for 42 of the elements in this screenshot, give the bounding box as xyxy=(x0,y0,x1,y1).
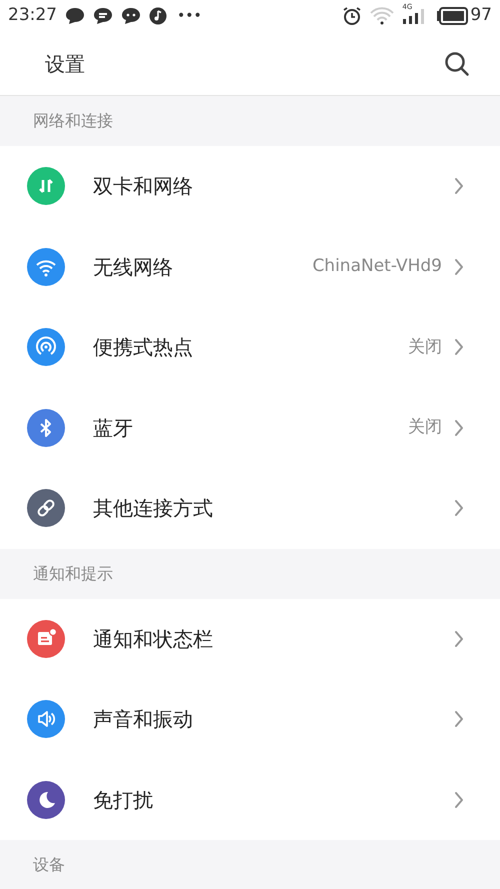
search-icon[interactable] xyxy=(444,50,470,76)
row-value: 关闭 xyxy=(408,416,442,439)
row-label: 无线网络 xyxy=(93,254,173,281)
status-time: 23:27 xyxy=(8,4,57,28)
row-label: 免打扰 xyxy=(93,786,153,814)
row-value: ChinaNet-VHd9 xyxy=(312,255,442,278)
row-value: 关闭 xyxy=(408,336,442,358)
row-label: 通知和状态栏 xyxy=(93,626,213,653)
chevron-right-icon xyxy=(454,630,464,648)
row-label: 其他连接方式 xyxy=(93,495,213,522)
chat-bubble-icon xyxy=(65,7,85,25)
notification-icon xyxy=(27,620,65,658)
row-label: 蓝牙 xyxy=(93,414,133,442)
message-icon xyxy=(93,7,113,25)
bluetooth-icon xyxy=(27,408,65,447)
page-title: 设置 xyxy=(45,50,85,78)
chevron-right-icon xyxy=(454,338,464,356)
chevron-right-icon xyxy=(454,177,464,196)
chevron-right-icon xyxy=(454,258,464,276)
battery-icon xyxy=(436,7,468,25)
music-icon xyxy=(149,7,167,25)
wifi-icon xyxy=(370,7,394,25)
row-label: 双卡和网络 xyxy=(93,173,193,200)
hotspot-icon xyxy=(27,328,65,366)
chevron-right-icon xyxy=(454,418,464,437)
alarm-clock-icon xyxy=(342,6,362,26)
chevron-right-icon xyxy=(454,790,464,809)
section-header: 网络和连接 xyxy=(33,110,113,132)
speaker-icon xyxy=(27,700,65,738)
arrows-icon xyxy=(27,167,65,206)
more-indicator: ••• xyxy=(177,6,202,26)
chevron-right-icon xyxy=(454,710,464,728)
moon-icon xyxy=(27,780,65,819)
chevron-right-icon xyxy=(454,499,464,518)
row-label: 便携式热点 xyxy=(93,334,193,362)
wifi-icon xyxy=(27,248,65,286)
section-header: 通知和提示 xyxy=(33,562,113,584)
section-header: 设备 xyxy=(33,854,65,876)
row-label: 声音和振动 xyxy=(93,706,193,734)
chat-icon xyxy=(121,7,141,25)
battery-percent: 97 xyxy=(470,4,492,28)
link-icon xyxy=(27,489,65,528)
